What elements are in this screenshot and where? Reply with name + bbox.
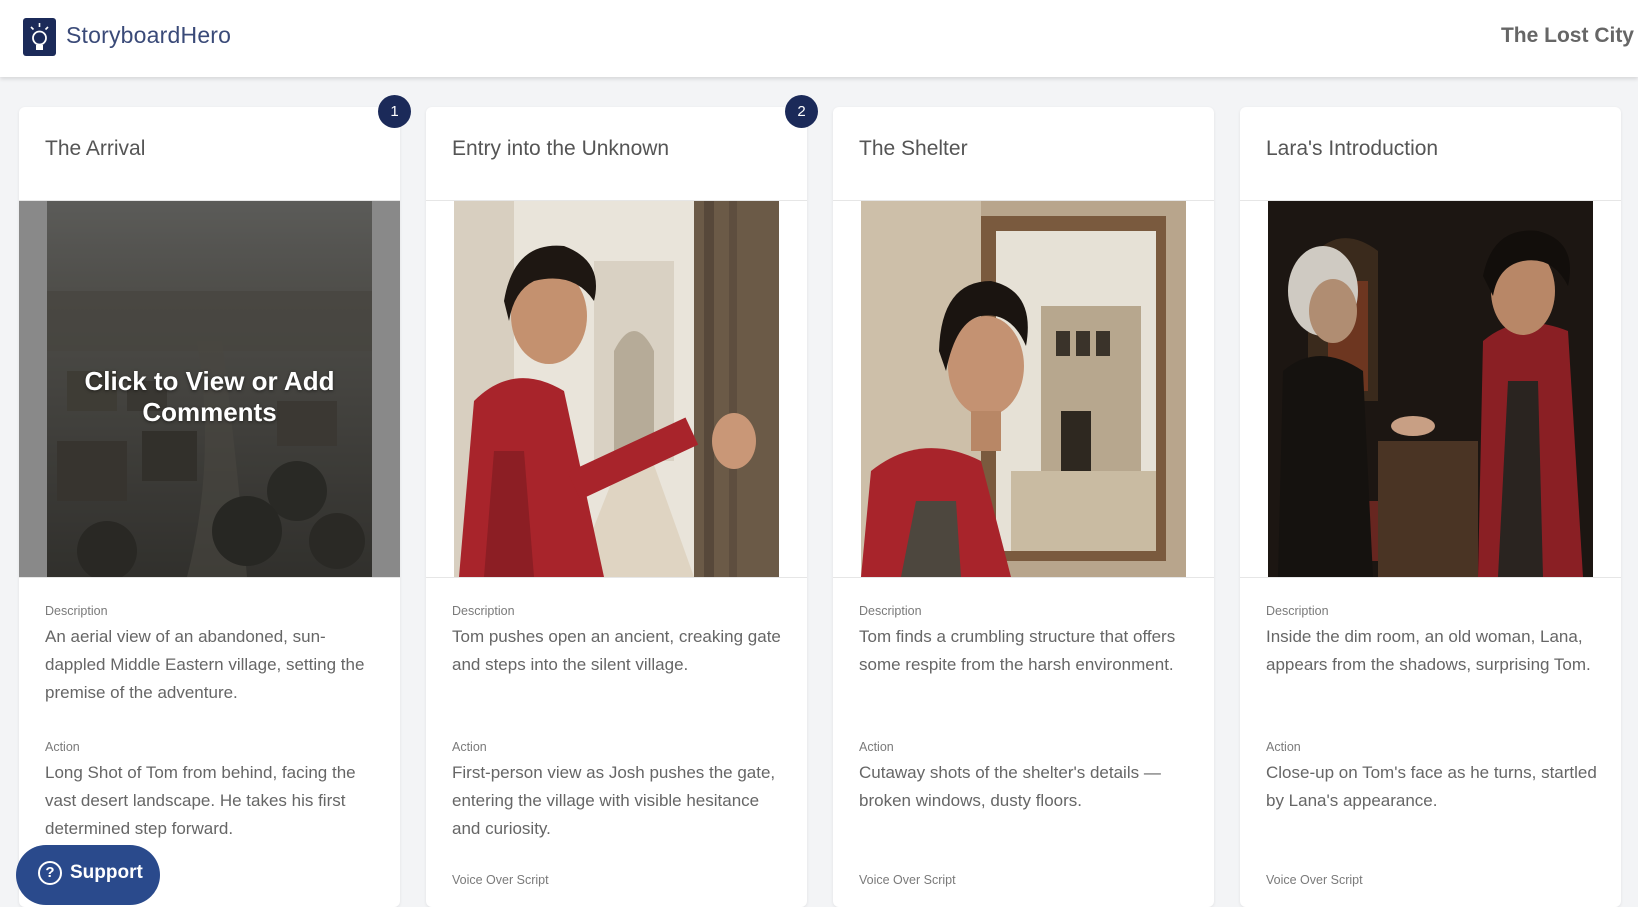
scene-image [861,201,1186,577]
scene-image-area[interactable] [833,201,1214,577]
action-label: Action [859,740,894,754]
voice-over-label: Voice Over Script [859,873,956,887]
description-label: Description [1266,604,1329,618]
scene-image-area[interactable] [1240,201,1621,577]
scene-number-badge: 2 [785,95,818,128]
action-text[interactable]: Long Shot of Tom from behind, facing the… [45,759,380,843]
description-label: Description [859,604,922,618]
project-title: The Lost City [1500,24,1634,47]
scene-title[interactable]: The Shelter [859,137,968,161]
scene-title[interactable]: Lara's Introduction [1266,137,1438,161]
description-label: Description [452,604,515,618]
scene-title[interactable]: Entry into the Unknown [452,137,669,161]
action-label: Action [1266,740,1301,754]
divider [1240,577,1621,578]
action-text[interactable]: Cutaway shots of the shelter's details —… [859,759,1194,815]
top-navigation-bar: StoryboardHero The Lost City [0,0,1638,77]
divider [833,577,1214,578]
scene-card[interactable]: The Shelter Description Tom finds a crum… [833,107,1214,907]
scene-image-area[interactable] [426,201,807,577]
description-label: Description [45,604,108,618]
action-text[interactable]: First-person view as Josh pushes the gat… [452,759,787,843]
divider [426,577,807,578]
view-comments-text[interactable]: Click to View or Add Comments [19,366,400,428]
scene-image [1268,201,1593,577]
logo-text[interactable]: StoryboardHero [66,22,231,49]
storyboard-grid: 1 The Arrival Click to View or Add Comme… [0,77,1638,907]
description-text[interactable]: Tom finds a crumbling structure that off… [859,623,1194,679]
action-label: Action [45,740,80,754]
description-text[interactable]: Inside the dim room, an old woman, Lana,… [1266,623,1601,679]
voice-over-label: Voice Over Script [1266,873,1363,887]
description-text[interactable]: An aerial view of an abandoned, sun-dapp… [45,623,380,707]
scene-number-badge: 1 [378,95,411,128]
scene-title[interactable]: The Arrival [45,137,145,161]
scene-card[interactable]: 1 The Arrival Click to View or Add Comme… [19,95,411,907]
question-circle-icon: ? [38,861,62,885]
comment-overlay[interactable]: Click to View or Add Comments [19,201,400,577]
divider [19,577,400,578]
scene-card[interactable]: 2 Entry into the Unknown Description Tom… [426,95,818,907]
description-text[interactable]: Tom pushes open an ancient, creaking gat… [452,623,787,679]
action-text[interactable]: Close-up on Tom's face as he turns, star… [1266,759,1601,815]
voice-over-label: Voice Over Script [452,873,549,887]
scene-card[interactable]: Lara's Introduction Description Inside t… [1240,107,1621,907]
support-button[interactable]: ? Support [16,845,160,905]
action-label: Action [452,740,487,754]
scene-image-area[interactable]: Click to View or Add Comments [19,201,400,577]
support-label: Support [70,862,143,883]
lightbulb-icon[interactable] [23,18,56,56]
scene-image [454,201,779,577]
